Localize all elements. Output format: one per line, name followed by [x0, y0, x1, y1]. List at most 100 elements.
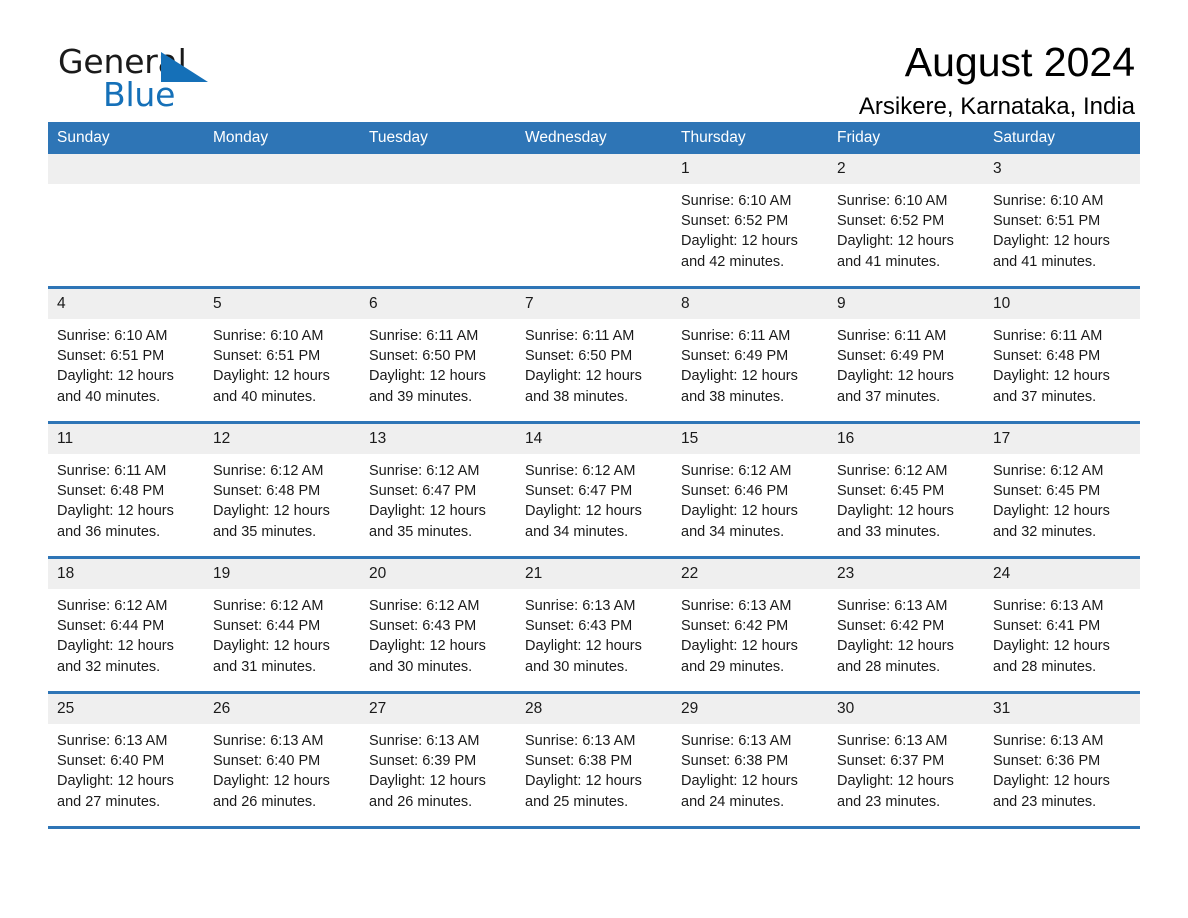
calendar-cell-day[interactable]: 1 Sunrise: 6:10 AM Sunset: 6:52 PM Daylight…	[672, 154, 828, 289]
calendar-cell-day[interactable]: 23 Sunrise: 6:13 AM Sunset: 6:42 PM Dayligh…	[828, 557, 984, 694]
calendar-cell-day[interactable]: 2 Sunrise: 6:10 AM Sunset: 6:52 PM Daylight…	[828, 154, 984, 289]
daylight-text: Daylight: 12 hours and 24 minutes.	[681, 773, 798, 810]
sunset-text: Sunset: 6:43 PM	[525, 618, 633, 635]
day-details: Sunrise: 6:13 AM Sunset: 6:38 PM Daylight:…	[672, 724, 828, 812]
weekday-header-tuesday: Tuesday	[360, 122, 516, 154]
calendar-cell-day[interactable]: 24 Sunrise: 6:13 AM Sunset: 6:41 PM Dayligh…	[984, 557, 1140, 694]
daylight-text: Daylight: 12 hours and 25 minutes.	[525, 773, 642, 810]
calendar-week-row: 11 Sunrise: 6:11 AM Sunset: 6:48 PM Dayligh…	[48, 422, 1140, 559]
day-number	[360, 154, 516, 184]
sunrise-text: Sunrise: 6:12 AM	[57, 598, 168, 614]
calendar-cell-day[interactable]: 22 Sunrise: 6:13 AM Sunset: 6:42 PM Dayligh…	[672, 557, 828, 694]
sunset-text: Sunset: 6:40 PM	[57, 753, 165, 770]
calendar-cell-day[interactable]: 20 Sunrise: 6:12 AM Sunset: 6:43 PM Dayligh…	[360, 557, 516, 694]
sunrise-text: Sunrise: 6:13 AM	[993, 733, 1104, 749]
calendar-cell-day[interactable]: 10 Sunrise: 6:11 AM Sunset: 6:48 PM Dayligh…	[984, 287, 1140, 424]
sunrise-text: Sunrise: 6:10 AM	[837, 193, 948, 209]
calendar-cell-day[interactable]: 27 Sunrise: 6:13 AM Sunset: 6:39 PM Dayligh…	[360, 692, 516, 829]
daylight-text: Daylight: 12 hours and 37 minutes.	[993, 368, 1110, 405]
day-details: Sunrise: 6:13 AM Sunset: 6:37 PM Daylight:…	[828, 724, 984, 812]
daylight-text: Daylight: 12 hours and 34 minutes.	[525, 503, 642, 540]
day-details: Sunrise: 6:12 AM Sunset: 6:46 PM Daylight:…	[672, 454, 828, 542]
sunrise-text: Sunrise: 6:12 AM	[369, 463, 480, 479]
calendar-cell-day[interactable]: 26 Sunrise: 6:13 AM Sunset: 6:40 PM Dayligh…	[204, 692, 360, 829]
day-number: 23	[828, 559, 984, 589]
calendar-cell-day[interactable]: 9 Sunrise: 6:11 AM Sunset: 6:49 PM Daylight…	[828, 287, 984, 424]
day-details: Sunrise: 6:12 AM Sunset: 6:43 PM Daylight:…	[360, 589, 516, 677]
day-number: 28	[516, 694, 672, 724]
day-details: Sunrise: 6:13 AM Sunset: 6:39 PM Daylight:…	[360, 724, 516, 812]
daylight-text: Daylight: 12 hours and 27 minutes.	[57, 773, 174, 810]
calendar-cell-day[interactable]: 6 Sunrise: 6:11 AM Sunset: 6:50 PM Daylight…	[360, 287, 516, 424]
daylight-text: Daylight: 12 hours and 29 minutes.	[681, 638, 798, 675]
sunset-text: Sunset: 6:51 PM	[993, 213, 1101, 230]
daylight-text: Daylight: 12 hours and 33 minutes.	[837, 503, 954, 540]
sunset-text: Sunset: 6:46 PM	[681, 483, 789, 500]
day-details: Sunrise: 6:10 AM Sunset: 6:52 PM Daylight:…	[828, 184, 984, 272]
page-header: General Blue August 2024 Arsikere, Karna…	[48, 0, 1140, 120]
daylight-text: Daylight: 12 hours and 35 minutes.	[213, 503, 330, 540]
daylight-text: Daylight: 12 hours and 28 minutes.	[837, 638, 954, 675]
sunset-text: Sunset: 6:42 PM	[837, 618, 945, 635]
day-details: Sunrise: 6:11 AM Sunset: 6:49 PM Daylight:…	[672, 319, 828, 407]
day-number	[204, 154, 360, 184]
calendar-cell-day[interactable]: 15 Sunrise: 6:12 AM Sunset: 6:46 PM Dayligh…	[672, 422, 828, 559]
logo-triangle-icon	[161, 52, 208, 87]
calendar-header-row: Sunday Monday Tuesday Wednesday Thursday…	[48, 122, 1140, 154]
calendar-cell-day[interactable]: 29 Sunrise: 6:13 AM Sunset: 6:38 PM Dayligh…	[672, 692, 828, 829]
daylight-text: Daylight: 12 hours and 38 minutes.	[681, 368, 798, 405]
sunset-text: Sunset: 6:38 PM	[681, 753, 789, 770]
sunset-text: Sunset: 6:38 PM	[525, 753, 633, 770]
daylight-text: Daylight: 12 hours and 35 minutes.	[369, 503, 486, 540]
sunrise-text: Sunrise: 6:12 AM	[213, 463, 324, 479]
day-details: Sunrise: 6:13 AM Sunset: 6:38 PM Daylight:…	[516, 724, 672, 812]
sunrise-text: Sunrise: 6:12 AM	[369, 598, 480, 614]
day-details: Sunrise: 6:11 AM Sunset: 6:50 PM Daylight:…	[360, 319, 516, 407]
calendar-cell-day[interactable]: 3 Sunrise: 6:10 AM Sunset: 6:51 PM Daylight…	[984, 154, 1140, 289]
day-number: 17	[984, 424, 1140, 454]
daylight-text: Daylight: 12 hours and 26 minutes.	[213, 773, 330, 810]
sunrise-text: Sunrise: 6:13 AM	[993, 598, 1104, 614]
daylight-text: Daylight: 12 hours and 42 minutes.	[681, 233, 798, 270]
calendar-cell-day[interactable]: 14 Sunrise: 6:12 AM Sunset: 6:47 PM Dayligh…	[516, 422, 672, 559]
weekday-header-wednesday: Wednesday	[516, 122, 672, 154]
day-number: 1	[672, 154, 828, 184]
day-number: 8	[672, 289, 828, 319]
calendar-cell-day[interactable]: 12 Sunrise: 6:12 AM Sunset: 6:48 PM Dayligh…	[204, 422, 360, 559]
sunrise-text: Sunrise: 6:13 AM	[837, 598, 948, 614]
sunrise-text: Sunrise: 6:10 AM	[681, 193, 792, 209]
day-details: Sunrise: 6:11 AM Sunset: 6:49 PM Daylight:…	[828, 319, 984, 407]
calendar-cell-day[interactable]: 31 Sunrise: 6:13 AM Sunset: 6:36 PM Dayligh…	[984, 692, 1140, 829]
sunset-text: Sunset: 6:39 PM	[369, 753, 477, 770]
day-details: Sunrise: 6:10 AM Sunset: 6:51 PM Daylight:…	[984, 184, 1140, 272]
calendar-cell-day[interactable]: 30 Sunrise: 6:13 AM Sunset: 6:37 PM Dayligh…	[828, 692, 984, 829]
calendar-cell-day[interactable]: 7 Sunrise: 6:11 AM Sunset: 6:50 PM Daylight…	[516, 287, 672, 424]
day-details: Sunrise: 6:12 AM Sunset: 6:45 PM Daylight:…	[984, 454, 1140, 542]
day-details: Sunrise: 6:12 AM Sunset: 6:47 PM Daylight:…	[360, 454, 516, 542]
day-details: Sunrise: 6:12 AM Sunset: 6:47 PM Daylight:…	[516, 454, 672, 542]
calendar-cell-day[interactable]: 13 Sunrise: 6:12 AM Sunset: 6:47 PM Dayligh…	[360, 422, 516, 559]
daylight-text: Daylight: 12 hours and 30 minutes.	[369, 638, 486, 675]
calendar-cell-day[interactable]: 16 Sunrise: 6:12 AM Sunset: 6:45 PM Dayligh…	[828, 422, 984, 559]
calendar-cell-day[interactable]: 8 Sunrise: 6:11 AM Sunset: 6:49 PM Daylight…	[672, 287, 828, 424]
sunrise-text: Sunrise: 6:10 AM	[213, 328, 324, 344]
sunset-text: Sunset: 6:52 PM	[681, 213, 789, 230]
sunrise-text: Sunrise: 6:13 AM	[837, 733, 948, 749]
calendar-cell-day[interactable]: 17 Sunrise: 6:12 AM Sunset: 6:45 PM Dayligh…	[984, 422, 1140, 559]
calendar-cell-day[interactable]: 4 Sunrise: 6:10 AM Sunset: 6:51 PM Daylight…	[48, 287, 204, 424]
calendar-cell-day[interactable]: 21 Sunrise: 6:13 AM Sunset: 6:43 PM Dayligh…	[516, 557, 672, 694]
calendar-cell-day[interactable]: 25 Sunrise: 6:13 AM Sunset: 6:40 PM Dayligh…	[48, 692, 204, 829]
calendar-cell-day[interactable]: 19 Sunrise: 6:12 AM Sunset: 6:44 PM Dayligh…	[204, 557, 360, 694]
sunset-text: Sunset: 6:47 PM	[525, 483, 633, 500]
sunrise-text: Sunrise: 6:13 AM	[681, 598, 792, 614]
calendar-cell-day[interactable]: 5 Sunrise: 6:10 AM Sunset: 6:51 PM Daylight…	[204, 287, 360, 424]
calendar-cell-day[interactable]: 18 Sunrise: 6:12 AM Sunset: 6:44 PM Dayligh…	[48, 557, 204, 694]
calendar-cell-day[interactable]: 28 Sunrise: 6:13 AM Sunset: 6:38 PM Dayligh…	[516, 692, 672, 829]
daylight-text: Daylight: 12 hours and 41 minutes.	[837, 233, 954, 270]
calendar-cell-day[interactable]: 11 Sunrise: 6:11 AM Sunset: 6:48 PM Dayligh…	[48, 422, 204, 559]
daylight-text: Daylight: 12 hours and 41 minutes.	[993, 233, 1110, 270]
sunset-text: Sunset: 6:52 PM	[837, 213, 945, 230]
daylight-text: Daylight: 12 hours and 36 minutes.	[57, 503, 174, 540]
sunrise-text: Sunrise: 6:13 AM	[213, 733, 324, 749]
day-details: Sunrise: 6:10 AM Sunset: 6:51 PM Daylight:…	[204, 319, 360, 407]
